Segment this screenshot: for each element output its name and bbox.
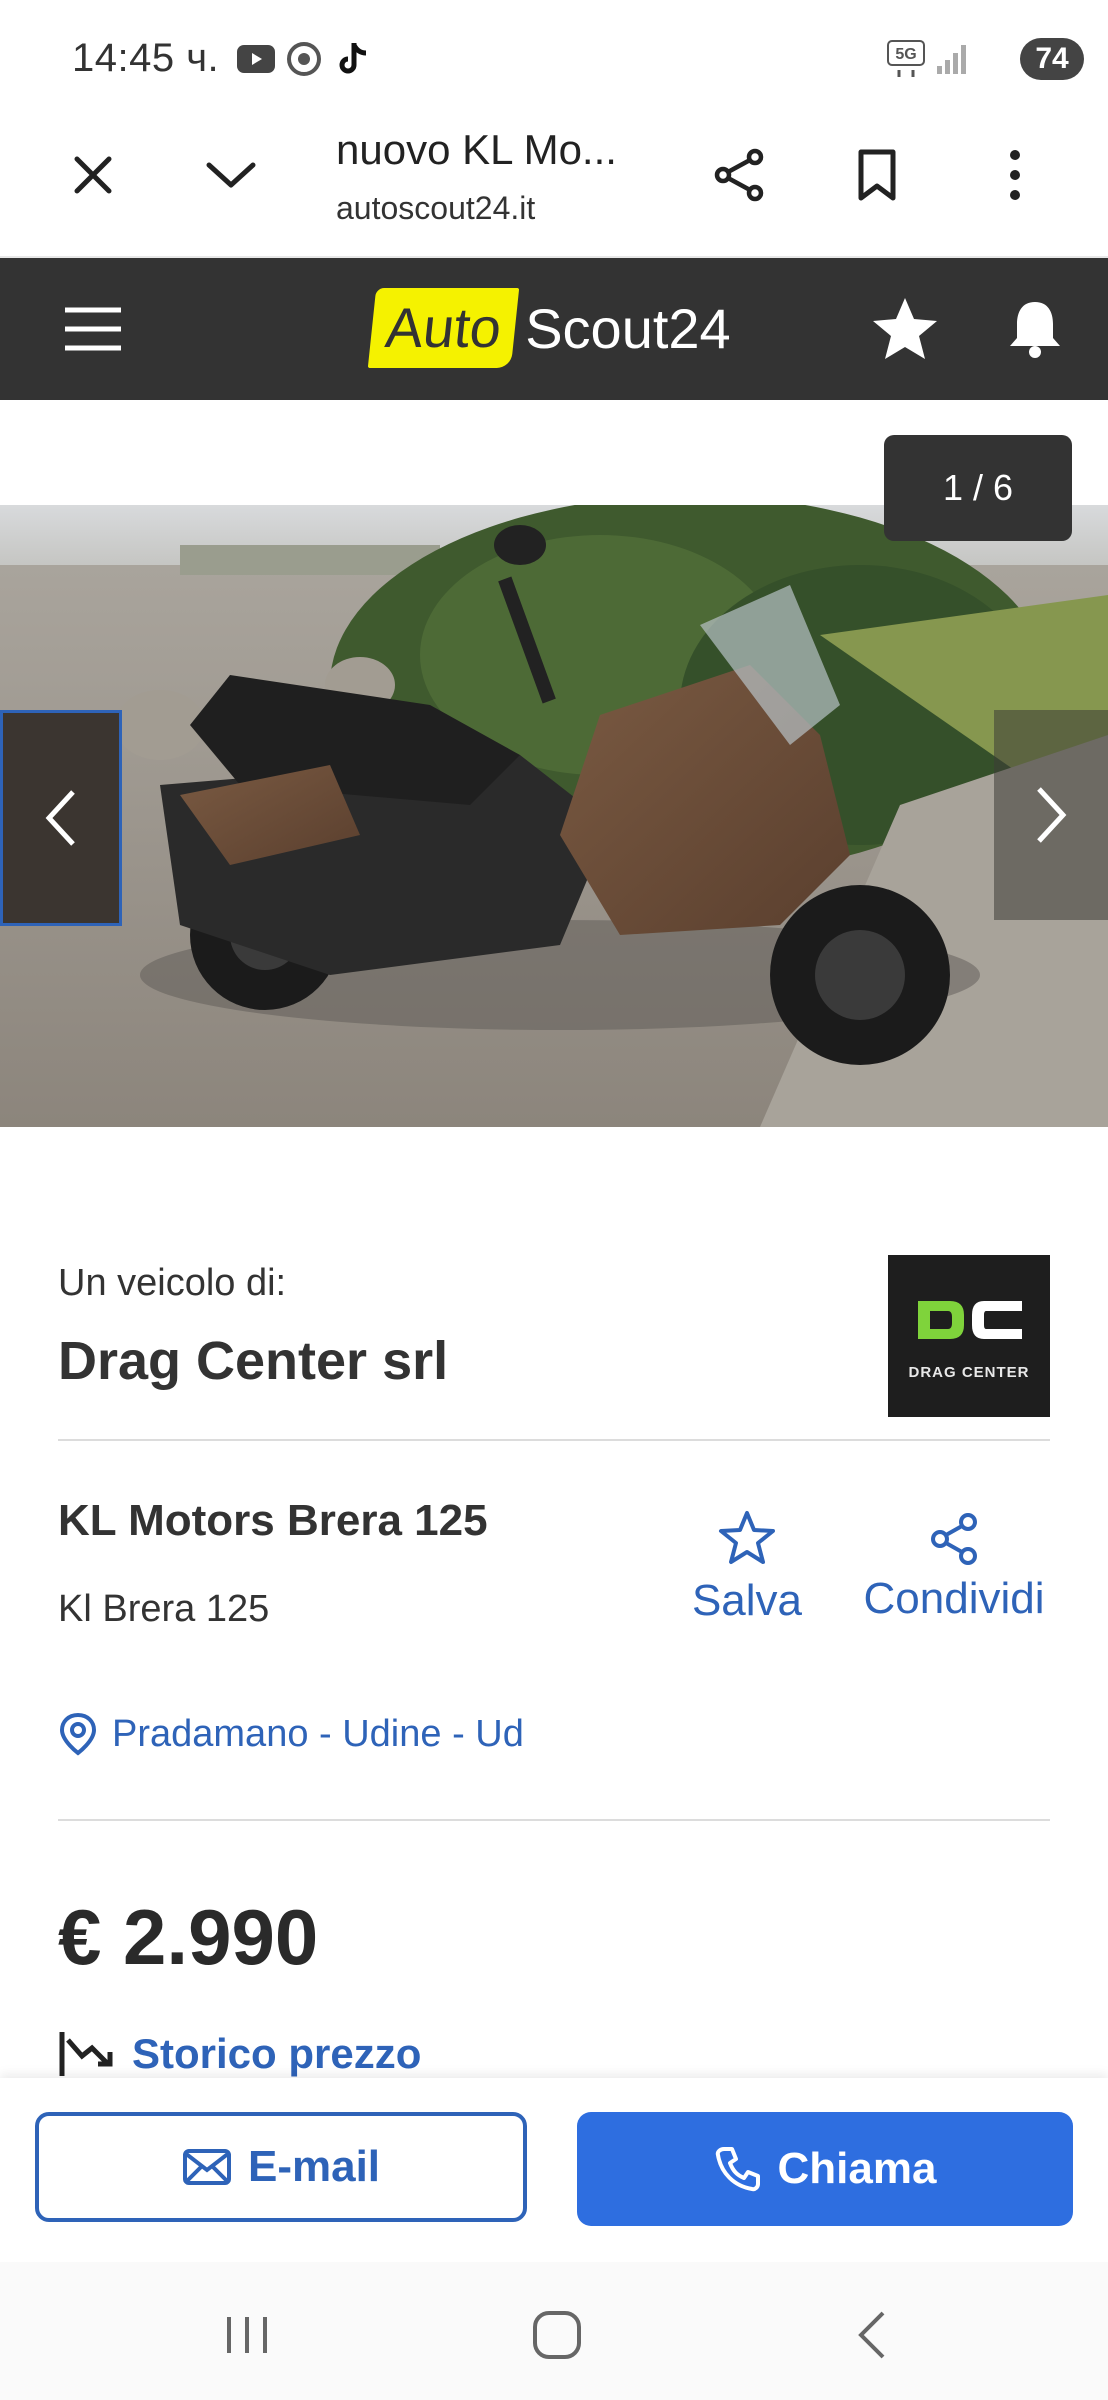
logo-scout: Scout24	[525, 296, 731, 360]
mail-icon	[182, 2149, 231, 2185]
gallery-prev-button[interactable]	[0, 710, 122, 926]
gallery-next-button[interactable]	[994, 710, 1108, 920]
star-icon[interactable]	[860, 284, 950, 374]
page-url[interactable]: autoscout24.it	[336, 190, 535, 227]
email-label: E-mail	[247, 2142, 381, 2191]
autoscout24-logo[interactable]: Auto Scout24	[367, 286, 731, 370]
call-label: Chiama	[777, 2144, 937, 2193]
share-icon[interactable]	[694, 130, 784, 220]
location-text: Pradamano - Udine - Ud	[112, 1712, 524, 1755]
star-outline-icon	[680, 1510, 814, 1566]
divider	[58, 1819, 1050, 1821]
seller-name[interactable]: Drag Center srl	[58, 1330, 448, 1392]
save-button[interactable]: Salva	[680, 1510, 814, 1626]
gallery-counter: 1 / 6	[884, 435, 1072, 541]
signal-icon	[932, 40, 972, 78]
listing-subtitle: Kl Brera 125	[58, 1588, 270, 1630]
gallery-image[interactable]	[0, 505, 1108, 1127]
more-vert-icon[interactable]	[970, 130, 1060, 220]
chevron-down-icon[interactable]	[186, 130, 276, 220]
location-pin-icon	[59, 1712, 97, 1756]
share-icon	[856, 1512, 1052, 1566]
chevron-right-icon	[1037, 787, 1067, 843]
logo-auto: Auto	[367, 288, 520, 368]
page-title[interactable]: nuovo KL Mo...	[336, 126, 617, 174]
bookmark-icon[interactable]	[832, 130, 922, 220]
share-label: Condividi	[863, 1574, 1045, 1623]
seller-logo[interactable]: DRAG CENTER	[888, 1255, 1050, 1417]
listing-title: KL Motors Brera 125	[58, 1496, 488, 1545]
divider	[58, 1439, 1050, 1441]
chrome-icon	[284, 40, 324, 78]
svg-text:5G: 5G	[895, 46, 916, 63]
price: € 2.990	[58, 1893, 319, 1981]
price-history-icon	[59, 2032, 113, 2076]
scooter-photo	[0, 505, 1108, 1127]
home-icon[interactable]	[512, 2290, 602, 2380]
recent-apps-icon[interactable]	[202, 2290, 292, 2380]
bell-icon[interactable]	[990, 284, 1080, 374]
youtube-icon	[236, 40, 276, 78]
call-button[interactable]: Chiama	[577, 2112, 1073, 2226]
battery-indicator: 74	[1020, 38, 1084, 80]
network-5g-icon: 5G	[886, 40, 926, 78]
menu-icon[interactable]	[48, 284, 138, 374]
phone-icon	[715, 2147, 760, 2192]
share-listing-button[interactable]: Condividi	[856, 1512, 1052, 1624]
location-link[interactable]: Pradamano - Udine - Ud	[58, 1712, 524, 1756]
svg-text:DRAG CENTER: DRAG CENTER	[908, 1364, 1029, 1381]
chevron-left-icon	[45, 790, 75, 846]
close-icon[interactable]	[48, 130, 138, 220]
save-label: Salva	[691, 1576, 803, 1625]
price-history-label: Storico prezzo	[132, 2030, 422, 2077]
back-icon[interactable]	[826, 2290, 916, 2380]
email-button[interactable]: E-mail	[35, 2112, 527, 2222]
price-history-link[interactable]: Storico prezzo	[58, 2030, 421, 2078]
status-time: 14:45 ч.	[72, 36, 220, 80]
tiktok-icon	[332, 40, 372, 78]
seller-label: Un veicolo di:	[58, 1262, 287, 1304]
